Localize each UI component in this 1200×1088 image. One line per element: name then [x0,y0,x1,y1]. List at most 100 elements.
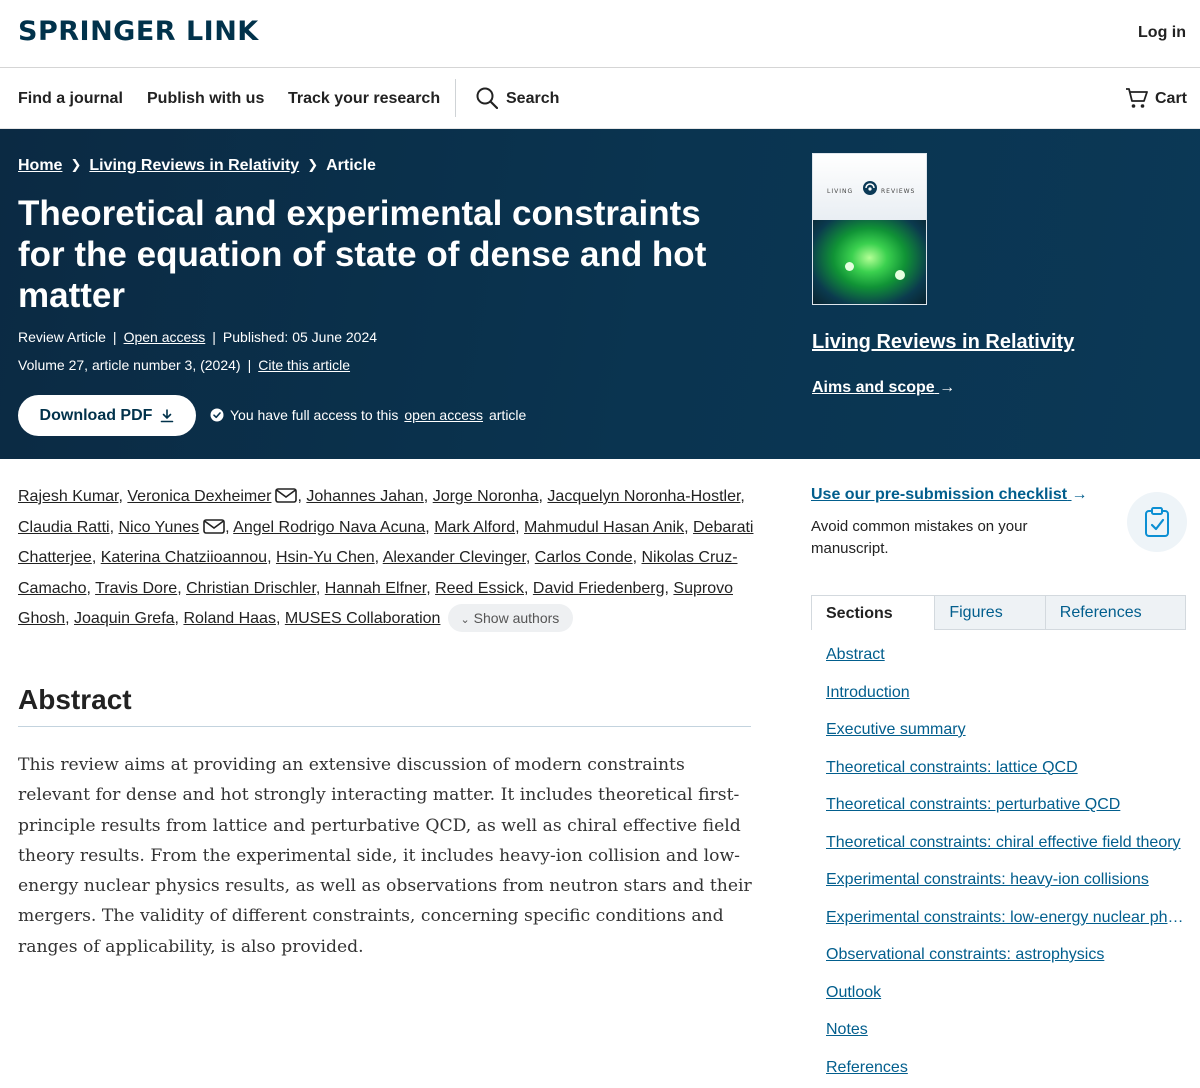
section-link-label: Experimental constraints: heavy-ion coll… [826,871,1149,888]
article-hero: Home ❯ Living Reviews in Relativity ❯ Articl… [0,129,1200,459]
author-link[interactable]: Jorge Noronha [433,488,539,505]
section-link[interactable]: Abstract [826,646,1186,684]
section-link-label: Introduction [826,683,910,701]
mail-icon[interactable] [275,488,298,503]
published-date: Published: 05 June 2024 [222,329,378,345]
search-link[interactable]: Search [506,90,559,108]
author-link[interactable]: Alexander Clevinger [383,549,526,566]
chevron-right-icon: ❯ [70,157,82,172]
abstract-heading: Abstract [18,684,132,715]
tab-figures[interactable]: Figures [934,596,1044,629]
author-link[interactable]: Rajesh Kumar [18,488,119,505]
article-meta: Review Article | Open access | Published: 05… [18,329,378,345]
checklist-badge [1127,492,1187,552]
cart-icon[interactable] [1125,87,1149,109]
aims-and-scope-label: Aims and scope [812,379,935,396]
access-note-open-access-link[interactable]: open access [404,407,483,423]
section-link[interactable]: Outlook [826,984,1186,1022]
arrow-right-icon: → [939,379,956,396]
abstract-divider [18,726,751,727]
section-link[interactable]: Experimental constraints: low-energy nuc… [826,909,1186,947]
section-link[interactable]: Theoretical constraints: chiral effectiv… [826,834,1186,872]
tab-sections[interactable]: Sections [812,596,935,632]
section-link-label: Experimental constraints: low-energy nuc… [826,908,1186,926]
mail-icon[interactable] [203,518,225,534]
section-link-label: Theoretical constraints: perturbative QC… [826,796,1121,813]
access-note: You have full access to this open access… [210,407,526,423]
nav-track-research[interactable]: Track your research [288,90,440,108]
tab-references[interactable]: References [1044,596,1185,629]
open-access-link[interactable]: Open access [124,329,206,345]
springer-link-logo[interactable]: SPRINGER LINK [18,16,259,47]
section-link-label: Theoretical constraints: chiral effectiv… [826,833,1181,851]
cover-word-reviews: REVIEWS [881,188,916,195]
download-icon [161,408,174,422]
section-link[interactable]: Experimental constraints: heavy-ion coll… [826,871,1186,909]
author-link[interactable]: Travis Dore [95,580,177,597]
access-note-suffix: article [488,407,527,423]
author-link[interactable]: Johannes Jahan [306,488,423,505]
chevron-right-icon: ❯ [307,157,319,172]
author-link[interactable]: David Friedenberg [533,580,665,597]
aims-and-scope-link[interactable]: Aims and scope → [812,379,955,397]
author-link[interactable]: Christian Drischler [186,580,316,597]
breadcrumb-journal[interactable]: Living Reviews in Relativity [89,157,299,174]
section-list: Abstract Introduction Executive summary … [826,646,1186,1088]
search-icon[interactable] [476,87,498,109]
author-link[interactable]: Roland Haas [183,610,276,627]
author-link[interactable]: Reed Essick [435,580,524,597]
section-link-label: References [826,1058,908,1076]
section-link[interactable]: Observational constraints: astrophysics [826,946,1186,984]
author-link[interactable]: Nico Yunes [119,519,200,536]
login-link[interactable]: Log in [1138,24,1186,42]
pre-submission-checklist-link[interactable]: Use our pre-submission checklist → [811,486,1088,504]
author-link[interactable]: Mahmudul Hasan Anik [524,519,684,536]
nav-publish-with-us[interactable]: Publish with us [147,90,264,108]
section-link-label: Abstract [826,646,885,663]
section-link-label: Theoretical constraints: lattice QCD [826,758,1078,776]
living-reviews-logo-icon [863,181,877,195]
article-type: Review Article [18,329,106,345]
section-link-label: Executive summary [826,721,966,738]
author-list: Rajesh Kumar, Veronica Dexheimer, Johann… [18,482,758,635]
section-link[interactable]: Notes [826,1021,1186,1059]
author-link[interactable]: Carlos Conde [535,549,633,566]
journal-name-link[interactable]: Living Reviews in Relativity [812,331,1074,354]
breadcrumb-home[interactable]: Home [18,157,62,174]
journal-cover-image[interactable]: LIVING REVIEWS [812,153,927,305]
author-link[interactable]: Mark Alford [434,519,515,536]
show-authors-button[interactable]: ⌄ Show authors [448,604,574,632]
author-link[interactable]: Claudia Ratti [18,519,110,536]
section-link[interactable]: References [826,1059,1186,1088]
cart-link[interactable]: Cart [1155,90,1187,108]
author-link[interactable]: Katerina Chatziioannou [101,549,267,566]
article-tabs: Sections Figures References [811,595,1186,632]
download-pdf-button[interactable]: Download PDF [18,395,196,436]
section-link[interactable]: Introduction [826,684,1186,722]
author-link[interactable]: Hannah Elfner [325,580,426,597]
section-link[interactable]: Theoretical constraints: lattice QCD [826,759,1186,797]
section-link[interactable]: Theoretical constraints: perturbative QC… [826,796,1186,834]
author-link[interactable]: Jacquelyn Noronha-Hostler [547,488,740,505]
cover-word-living: LIVING [827,188,854,195]
author-link[interactable]: Veronica Dexheimer [127,488,271,505]
chevron-down-icon: ⌄ [460,614,470,626]
author-link[interactable]: MUSES Collaboration [285,610,441,627]
breadcrumb: Home ❯ Living Reviews in Relativity ❯ Articl… [18,157,376,175]
show-authors-label: Show authors [473,610,560,626]
top-bar: SPRINGER LINK Log in [0,0,1200,68]
cite-article-link[interactable]: Cite this article [258,357,350,373]
nav-find-journal[interactable]: Find a journal [18,90,123,108]
access-note-prefix: You have full access to this [230,407,399,423]
author-link[interactable]: Angel Rodrigo Nava Acuna [233,519,425,536]
author-link[interactable]: Hsin-Yu Chen [276,549,375,566]
main-nav: Find a journal Publish with us Track you… [0,69,1200,129]
author-link[interactable]: Joaquin Grefa [74,610,175,627]
clipboard-check-icon [1145,507,1169,537]
article-volume-line: Volume 27, article number 3, (2024) | Cite… [18,357,351,373]
section-link[interactable]: Executive summary [826,721,1186,759]
checklist-description: Avoid common mistakes on your manuscript… [811,518,1028,557]
nav-divider [455,79,456,117]
checkmark-circle-icon [210,408,224,422]
section-link-label: Outlook [826,983,882,1001]
